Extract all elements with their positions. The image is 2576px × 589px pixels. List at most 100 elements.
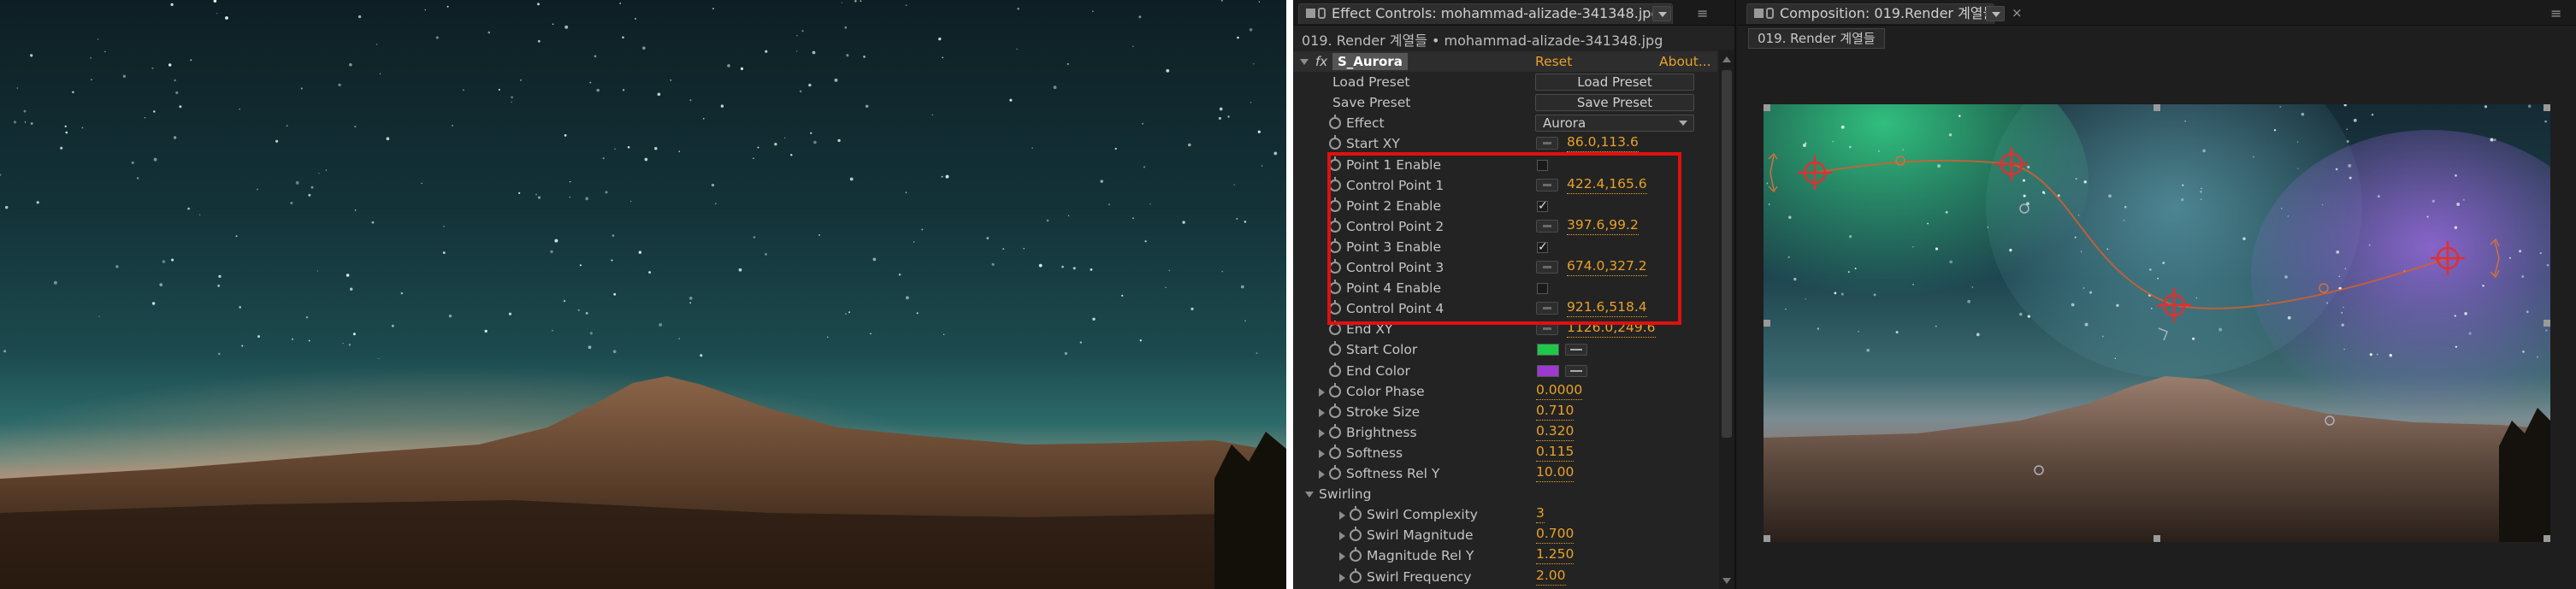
point-picker-icon[interactable] (1536, 137, 1558, 150)
property-row-effect: Effect Aurora (1293, 113, 1717, 133)
stopwatch-icon[interactable] (1329, 135, 1341, 150)
swirl-frequency-value[interactable]: 2.00 (1536, 567, 1566, 586)
scroll-thumb[interactable] (1722, 70, 1732, 438)
night-sky-photo (0, 0, 1286, 589)
after-effects-window: Effect Controls: mohammad-alizade-341348… (1293, 0, 2576, 589)
property-row-save-preset: Save Preset Save Preset (1293, 92, 1717, 113)
lock-icon[interactable] (1318, 8, 1326, 19)
property-label: Swirling (1319, 486, 1372, 503)
layer-handle-mr[interactable] (2544, 320, 2550, 327)
expand-triangle-icon[interactable] (1319, 470, 1325, 479)
composition-viewer[interactable] (1764, 104, 2550, 542)
stopwatch-icon[interactable] (1350, 568, 1362, 583)
tab-dropdown-icon[interactable] (1986, 6, 2005, 21)
expand-triangle-icon[interactable] (1305, 492, 1314, 498)
swirl-magnitude-value[interactable]: 0.700 (1536, 525, 1575, 545)
property-label: Brightness (1346, 424, 1417, 440)
about-button[interactable]: About... (1659, 51, 1711, 72)
panel-icon (1754, 9, 1764, 18)
image-divider (1286, 0, 1293, 589)
brightness-value[interactable]: 0.320 (1536, 422, 1575, 441)
effect-name[interactable]: S_Aurora (1332, 53, 1408, 70)
stopwatch-icon[interactable] (1329, 115, 1341, 130)
load-preset-button[interactable]: Load Preset (1535, 74, 1694, 91)
scroll-up-icon[interactable] (1722, 56, 1731, 62)
property-row-swirl-complexity: Swirl Complexity 3 (1293, 504, 1717, 525)
property-label: Swirl Frequency (1367, 568, 1472, 585)
stopwatch-icon[interactable] (1329, 423, 1341, 439)
start-xy-value[interactable]: 86.0,113.6 (1567, 133, 1639, 153)
stopwatch-icon[interactable] (1329, 403, 1341, 418)
swirl-complexity-value[interactable]: 3 (1536, 504, 1545, 524)
effect-controls-tab-label: Effect Controls: mohammad-alizade-341348… (1332, 5, 1660, 21)
property-row-swirl-frequency: Swirl Frequency 2.00 (1293, 567, 1717, 587)
softness-value[interactable]: 0.115 (1536, 443, 1575, 462)
save-preset-button[interactable]: Save Preset (1535, 94, 1694, 112)
magnitude-rel-y-value[interactable]: 1.250 (1536, 545, 1575, 565)
effect-controls-scrollbar[interactable] (1719, 50, 1734, 589)
property-row-end-color: End Color (1293, 361, 1717, 381)
expand-triangle-icon[interactable] (1319, 449, 1325, 458)
property-label: Magnitude Rel Y (1367, 548, 1474, 564)
expand-triangle-icon[interactable] (1319, 408, 1325, 417)
layer-handle-tr[interactable] (2544, 104, 2550, 111)
stopwatch-icon[interactable] (1329, 444, 1341, 459)
effect-controls-tab[interactable]: Effect Controls: mohammad-alizade-341348… (1298, 3, 1673, 24)
property-label: Stroke Size (1346, 403, 1421, 420)
effect-header-row: fx S_Aurora Reset About... (1293, 51, 1717, 72)
stopwatch-icon[interactable] (1350, 527, 1362, 542)
property-label: Start Color (1346, 342, 1418, 358)
expand-triangle-icon[interactable] (1319, 387, 1325, 397)
stopwatch-icon[interactable] (1350, 506, 1362, 521)
stopwatch-icon[interactable] (1329, 382, 1341, 398)
property-row-swirl-magnitude: Swirl Magnitude 0.700 (1293, 525, 1717, 545)
property-label: Start XY (1346, 136, 1400, 152)
color-phase-value[interactable]: 0.0000 (1536, 381, 1583, 400)
stopwatch-icon[interactable] (1329, 362, 1341, 377)
start-color-swatch[interactable] (1537, 344, 1559, 356)
stopwatch-icon[interactable] (1329, 465, 1341, 480)
layer-handle-ml[interactable] (1764, 320, 1770, 327)
expand-triangle-icon[interactable] (1300, 59, 1309, 65)
lock-icon[interactable] (1766, 8, 1774, 19)
layer-handle-br[interactable] (2544, 535, 2550, 542)
layer-handle-tl[interactable] (1764, 104, 1770, 111)
layer-handle-bl[interactable] (1764, 535, 1770, 542)
scroll-down-icon[interactable] (1722, 578, 1731, 584)
softness-rel-y-value[interactable]: 10.00 (1536, 463, 1575, 482)
eyedropper-icon[interactable] (1565, 344, 1587, 356)
effect-controls-tabbar: Effect Controls: mohammad-alizade-341348… (1293, 0, 1734, 26)
stroke-size-value[interactable]: 0.710 (1536, 402, 1575, 421)
panel-menu-icon[interactable]: ≡ (1697, 7, 1708, 21)
expand-triangle-icon[interactable] (1339, 532, 1345, 541)
stopwatch-icon[interactable] (1329, 321, 1341, 336)
end-color-swatch[interactable] (1537, 364, 1559, 377)
eyedropper-icon[interactable] (1565, 364, 1587, 377)
property-label: Swirl Magnitude (1367, 527, 1474, 544)
composition-tab[interactable]: Composition: 019.Render 계열들 (1746, 3, 1995, 24)
panel-menu-icon[interactable]: ≡ (2550, 7, 2561, 21)
property-row-stroke-size: Stroke Size 0.710 (1293, 402, 1717, 422)
effect-controls-panel: Effect Controls: mohammad-alizade-341348… (1293, 0, 1736, 589)
composition-tabbar: Composition: 019.Render 계열들 × ≡ (1738, 0, 2576, 26)
fx-label: fx (1315, 54, 1328, 69)
effect-select[interactable]: Aurora (1535, 115, 1694, 133)
property-label: Load Preset (1332, 74, 1410, 91)
tab-dropdown-icon[interactable] (1652, 6, 1671, 21)
expand-triangle-icon[interactable] (1339, 573, 1345, 582)
property-row-swirling: Swirling (1293, 484, 1717, 504)
property-row-softness: Softness 0.115 (1293, 443, 1717, 463)
expand-triangle-icon[interactable] (1339, 552, 1345, 562)
view-tab[interactable]: 019. Render 계열들 (1748, 28, 1885, 49)
layer-handle-tc[interactable] (2154, 104, 2160, 111)
expand-triangle-icon[interactable] (1319, 428, 1325, 438)
close-icon[interactable]: × (2012, 5, 2023, 21)
reset-button[interactable]: Reset (1535, 51, 1572, 72)
expand-triangle-icon[interactable] (1339, 511, 1345, 521)
stopwatch-icon[interactable] (1329, 341, 1341, 356)
effect-controls-subtitle: 019. Render 계열들 • mohammad-alizade-34134… (1302, 32, 1663, 49)
panel-icon (1306, 9, 1315, 18)
layer-handle-bc[interactable] (2154, 535, 2160, 542)
stopwatch-icon[interactable] (1350, 547, 1362, 562)
photo-landscape (0, 0, 1286, 589)
